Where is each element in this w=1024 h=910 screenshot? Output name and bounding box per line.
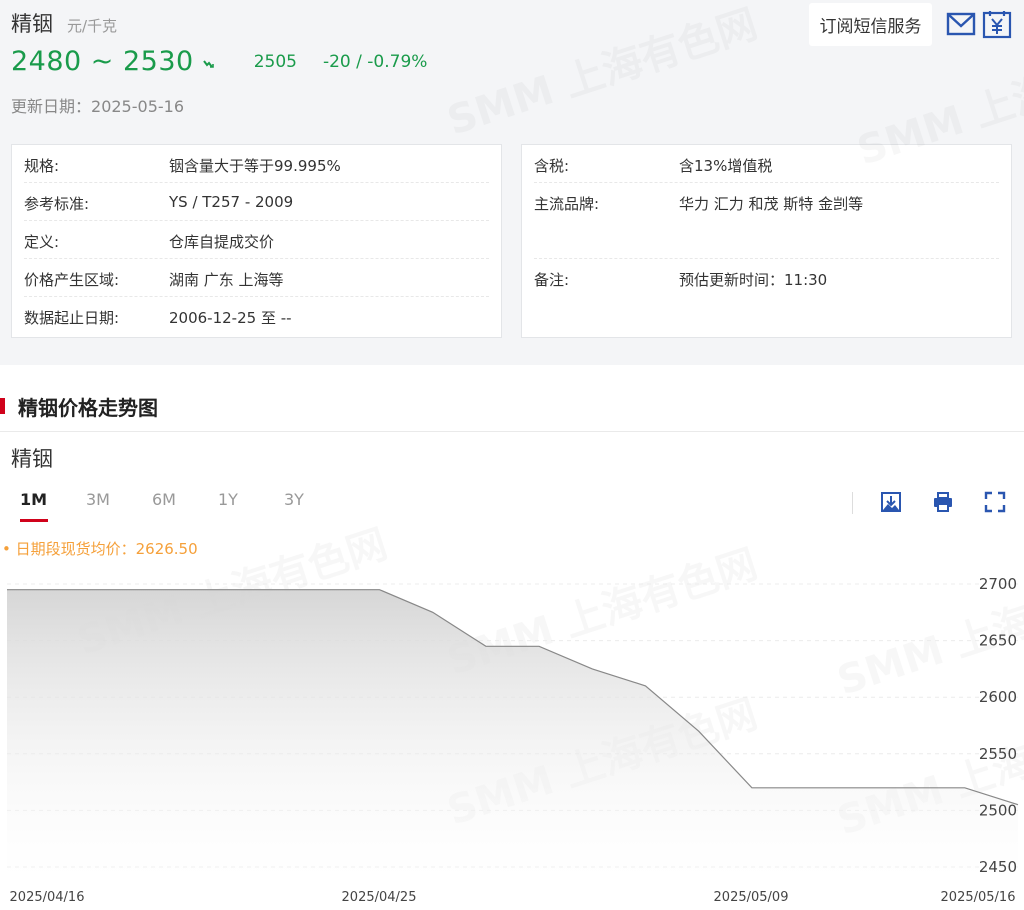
subscribe-sms-button[interactable]: 订阅短信服务 — [809, 3, 932, 46]
info-row: 参考标准: YS / T257 - 2009 — [24, 183, 489, 221]
info-key: 参考标准: — [24, 195, 90, 213]
info-key: 含税: — [534, 157, 570, 175]
toolbar-divider — [852, 492, 853, 514]
update-label: 更新日期： — [11, 97, 92, 116]
divider — [0, 431, 1024, 432]
info-row: 价格产生区域: 湖南 广东 上海等 — [24, 259, 489, 297]
price-trend-chart: 2450 2500 2550 2600 2650 2700 2025/04/16 2025/0… — [6, 575, 1019, 905]
down-trend-icon — [202, 59, 214, 68]
data-point[interactable] — [857, 786, 860, 789]
y-tick-label: 2700 — [979, 575, 1017, 593]
price-change: -20 / -0.79% — [322, 51, 428, 72]
spec-info-left: 规格: 铟含量大于等于99.995% 参考标准: YS / T257 - 200… — [11, 144, 502, 338]
download-icon[interactable] — [880, 491, 902, 513]
data-point[interactable] — [538, 645, 541, 648]
tab-3m[interactable]: 3M — [86, 490, 152, 524]
info-value: 铟含量大于等于99.995% — [169, 157, 341, 175]
average-price: 2505 — [253, 51, 297, 72]
price-unit: 元/千克 — [67, 17, 118, 35]
section-title: 精铟价格走势图 — [18, 395, 158, 420]
data-point[interactable] — [644, 684, 647, 687]
tab-6m[interactable]: 6M — [152, 490, 218, 524]
x-tick-label: 2025/04/16 — [10, 890, 85, 905]
print-icon[interactable] — [932, 491, 954, 513]
data-point[interactable] — [165, 588, 168, 591]
mail-icon[interactable] — [946, 11, 976, 37]
info-value: 含13%增值税 — [679, 157, 773, 175]
section-heading: 精铟价格走势图 — [0, 391, 158, 421]
update-value: 2025-05-16 — [91, 97, 184, 116]
data-point[interactable] — [697, 730, 700, 733]
data-point[interactable] — [484, 645, 487, 648]
y-tick-label: 2600 — [979, 688, 1017, 706]
yen-price-icon[interactable] — [982, 9, 1012, 39]
data-point[interactable] — [59, 588, 62, 591]
title-row: 精铟 元/千克 — [11, 8, 117, 38]
data-point[interactable] — [218, 588, 221, 591]
tab-1m[interactable]: 1M — [20, 490, 86, 524]
info-row: 定义: 仓库自提成交价 — [24, 221, 489, 259]
info-value: YS / T257 - 2009 — [169, 193, 294, 211]
info-value: 预估更新时间：11:30 — [679, 271, 828, 289]
info-key: 价格产生区域: — [24, 271, 120, 289]
data-point[interactable] — [378, 588, 381, 591]
info-key: 备注: — [534, 271, 570, 289]
info-row: 规格: 铟含量大于等于99.995% — [24, 145, 489, 183]
data-point[interactable] — [963, 786, 966, 789]
info-value: 仓库自提成交价 — [169, 233, 275, 251]
y-tick-label: 2550 — [979, 745, 1017, 763]
data-point[interactable] — [750, 786, 753, 789]
info-row: 含税: 含13%增值税 — [534, 145, 999, 183]
info-value: 2006-12-25 至 -- — [169, 309, 292, 327]
info-key: 规格: — [24, 157, 60, 175]
period-average-label: • 日期段现货均价：2626.50 — [2, 540, 198, 558]
update-date: 更新日期：2025-05-16 — [11, 93, 184, 117]
product-title: 精铟 — [11, 12, 53, 36]
data-point[interactable] — [112, 588, 115, 591]
y-tick-label: 2500 — [979, 801, 1017, 819]
y-tick-label: 2450 — [979, 858, 1017, 876]
tab-3y[interactable]: 3Y — [284, 490, 350, 524]
spec-info-right: 含税: 含13%增值税 主流品牌: 华力 汇力 和茂 斯特 金剀等 备注: 预估… — [521, 144, 1012, 338]
info-key: 定义: — [24, 233, 60, 251]
price-range: 2480 ~ 2530 — [11, 46, 194, 77]
x-tick-label: 2025/05/09 — [714, 890, 789, 905]
data-point[interactable] — [6, 588, 9, 591]
data-point[interactable] — [272, 588, 275, 591]
info-value: 湖南 广东 上海等 — [169, 271, 284, 289]
info-key: 数据起止日期: — [24, 309, 120, 327]
data-point[interactable] — [431, 611, 434, 614]
data-point[interactable] — [804, 786, 807, 789]
data-point[interactable] — [325, 588, 328, 591]
product-header-area: 精铟 元/千克 2480 ~ 2530 2505 -20 / -0.79% 更新… — [0, 0, 1024, 365]
info-row: 备注: 预估更新时间：11:30 — [534, 259, 999, 297]
chart-title: 精铟 — [11, 447, 53, 471]
fullscreen-icon[interactable] — [984, 491, 1006, 513]
info-key: 主流品牌: — [534, 195, 600, 213]
info-value: 华力 汇力 和茂 斯特 金剀等 — [679, 195, 864, 213]
data-point[interactable] — [910, 786, 913, 789]
price-row: 2480 ~ 2530 2505 -20 / -0.79% — [11, 46, 427, 77]
y-tick-label: 2650 — [979, 632, 1017, 650]
info-row: 数据起止日期: 2006-12-25 至 -- — [24, 297, 489, 335]
range-tabs: 1M 3M 6M 1Y 3Y — [20, 490, 350, 524]
section-accent-bar — [0, 398, 5, 414]
x-tick-label: 2025/05/16 — [941, 890, 1016, 905]
info-row: 主流品牌: 华力 汇力 和茂 斯特 金剀等 — [534, 183, 999, 259]
tab-1y[interactable]: 1Y — [218, 490, 284, 524]
price-area — [7, 589, 1018, 880]
x-tick-label: 2025/04/25 — [342, 890, 417, 905]
data-point[interactable] — [591, 667, 594, 670]
